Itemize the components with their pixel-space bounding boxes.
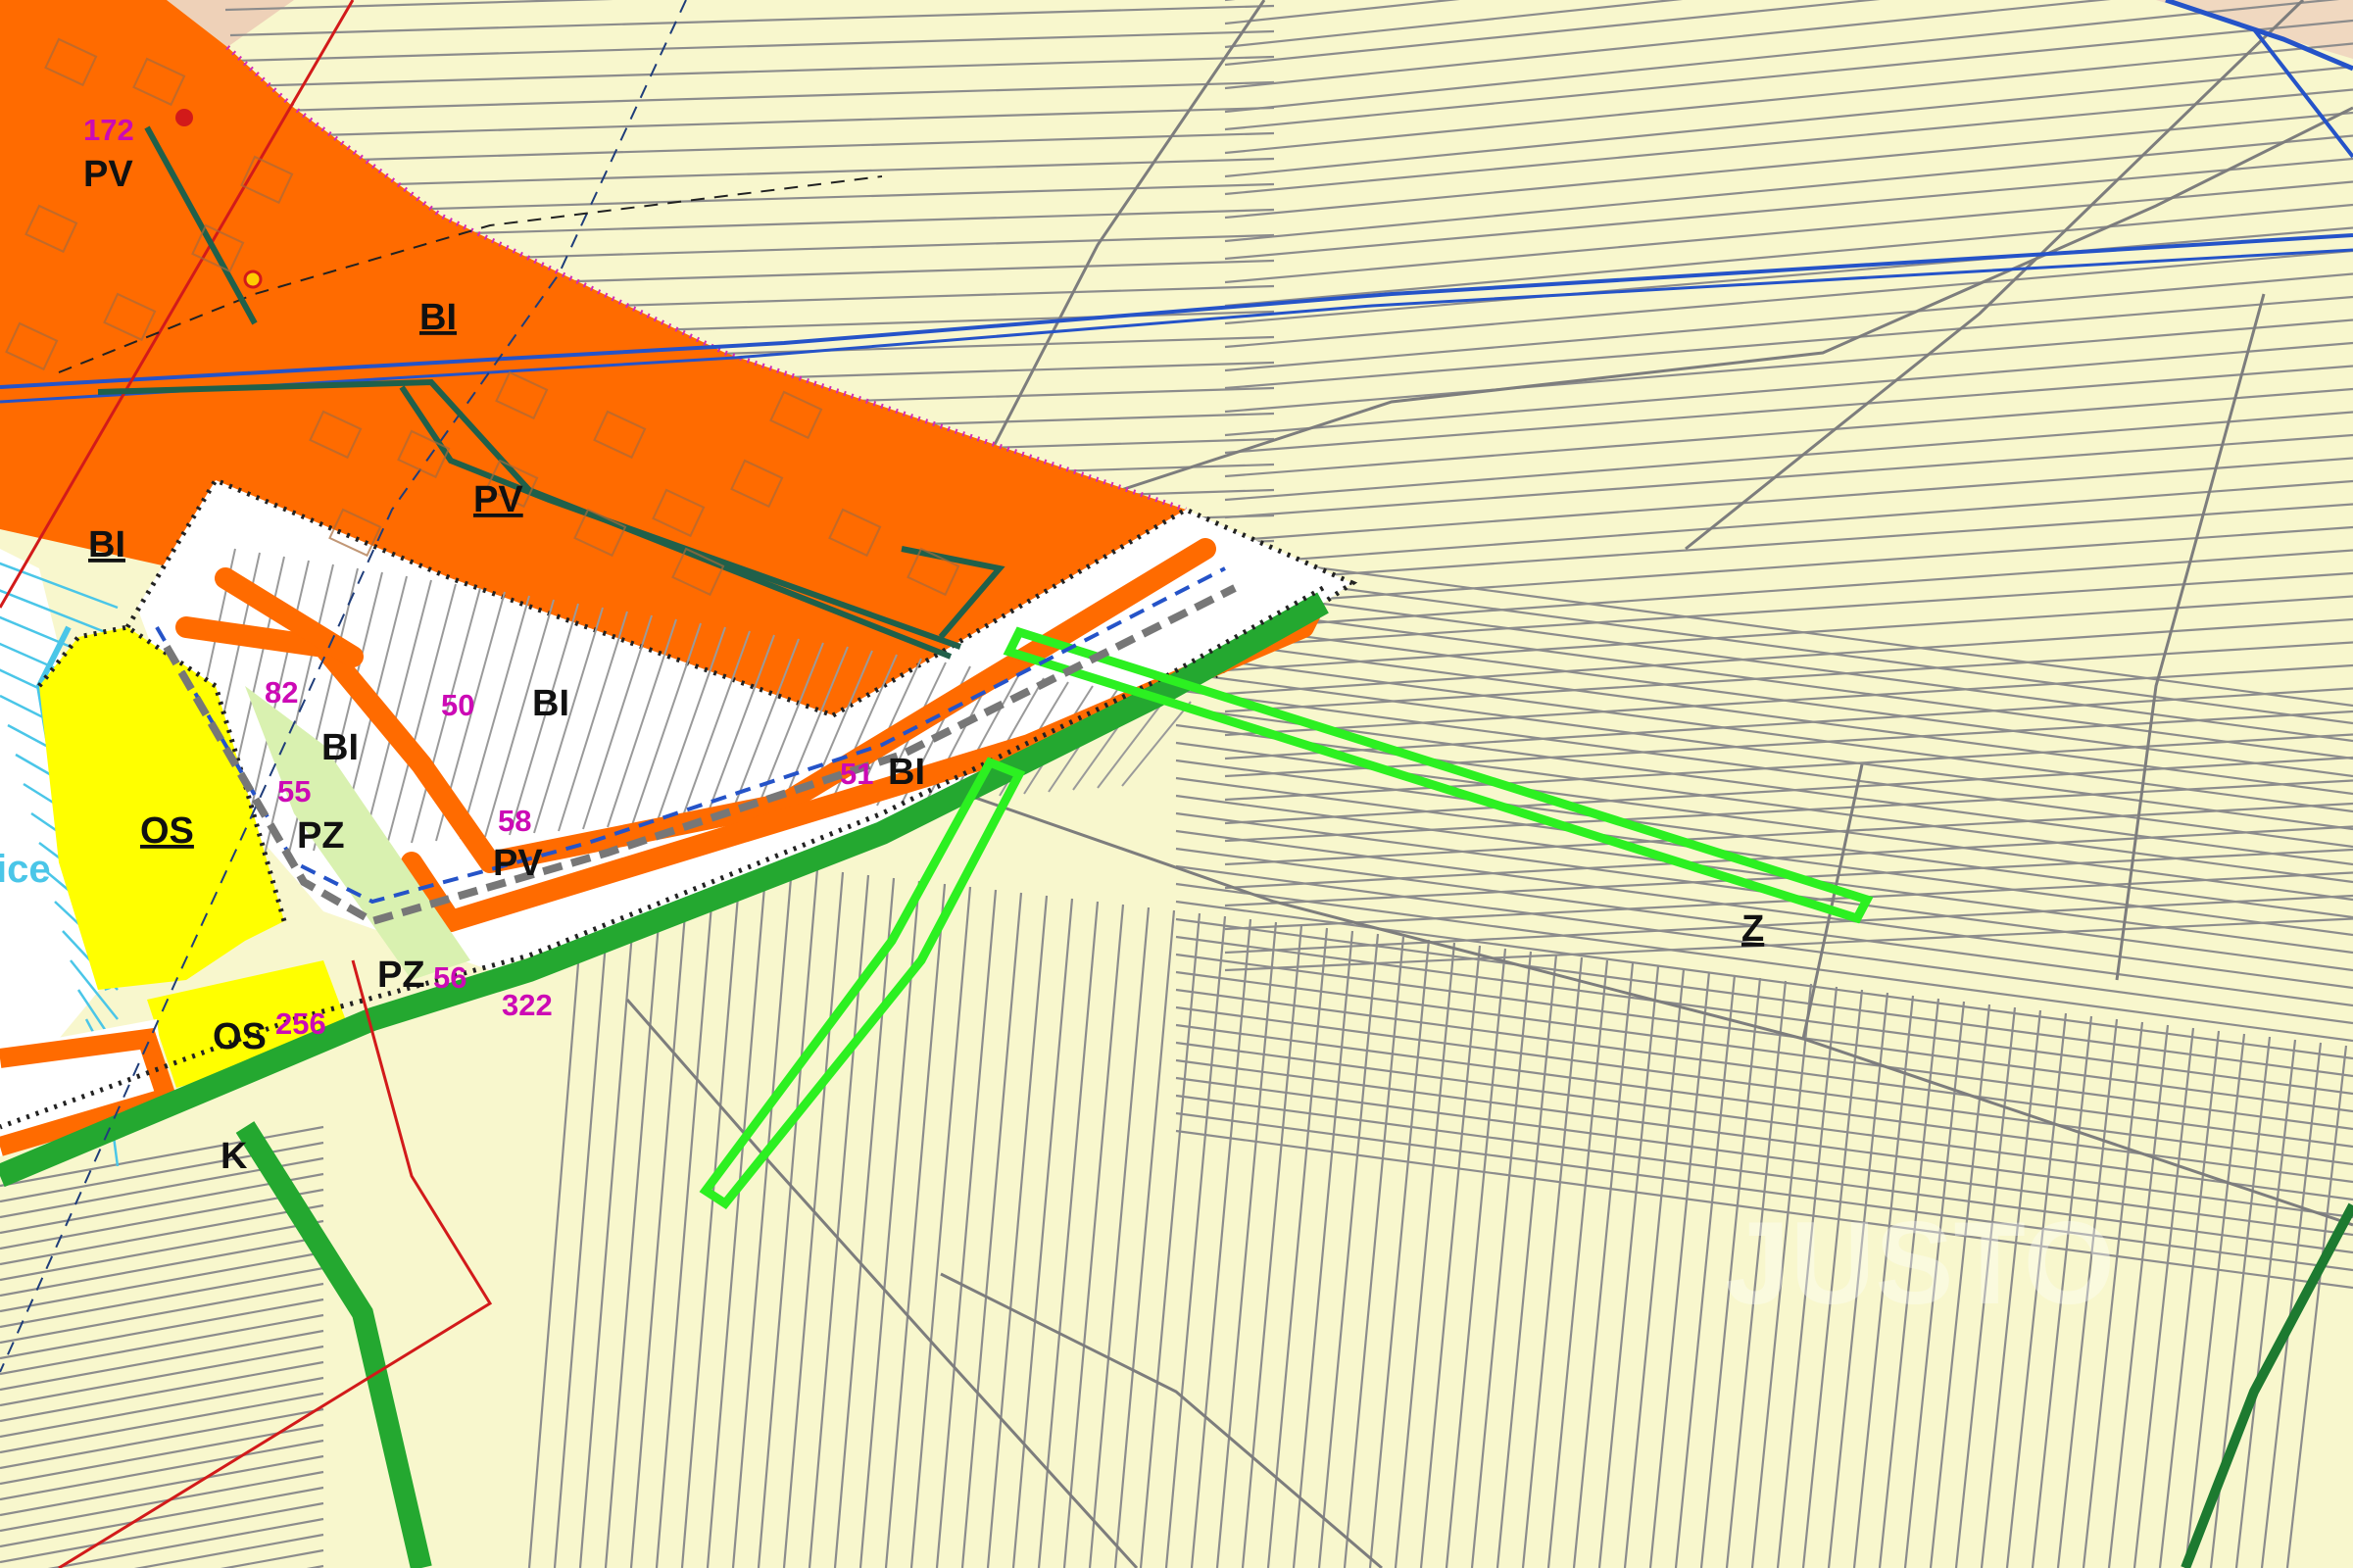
- area-number: 56: [433, 960, 466, 995]
- area-number: 172: [83, 113, 134, 147]
- map-canvas: PV BI PV BI BI BI BI OS PZ PV PZ OS K Z …: [0, 0, 2353, 1568]
- zone-label-pv-top: PV: [83, 154, 133, 195]
- zone-label-os-upper: OS: [140, 810, 194, 852]
- area-number: 58: [498, 804, 531, 838]
- zone-label-bi-right: BI: [888, 752, 925, 793]
- area-number: 82: [265, 675, 298, 710]
- area-number: 322: [502, 988, 553, 1022]
- zone-label-os-lower: OS: [213, 1016, 267, 1057]
- zone-label-pz-lower: PZ: [377, 955, 425, 996]
- place-name: ice: [0, 848, 51, 891]
- zone-label-bi-left: BI: [88, 524, 125, 565]
- zone-label-z: Z: [1741, 908, 1764, 950]
- zone-label-pv-lower: PV: [493, 843, 543, 884]
- pin-icon: [243, 270, 263, 289]
- zone-label-k: K: [221, 1136, 248, 1177]
- zone-label-pv-mid: PV: [473, 479, 523, 520]
- zone-label-pz-upper: PZ: [297, 815, 345, 857]
- area-number: 51: [840, 757, 873, 791]
- zone-label-bi-top: BI: [419, 297, 457, 338]
- zoning-map[interactable]: PV BI PV BI BI BI BI OS PZ PV PZ OS K Z …: [0, 0, 2353, 1568]
- area-number: 50: [441, 688, 474, 722]
- zone-label-bi-inner: BI: [321, 727, 359, 768]
- area-number: 55: [277, 774, 311, 808]
- area-number: 256: [275, 1006, 326, 1041]
- watermark: JUSTO: [1725, 1198, 2115, 1329]
- zone-label-bi-center: BI: [532, 683, 569, 724]
- pin-icon: [175, 109, 193, 126]
